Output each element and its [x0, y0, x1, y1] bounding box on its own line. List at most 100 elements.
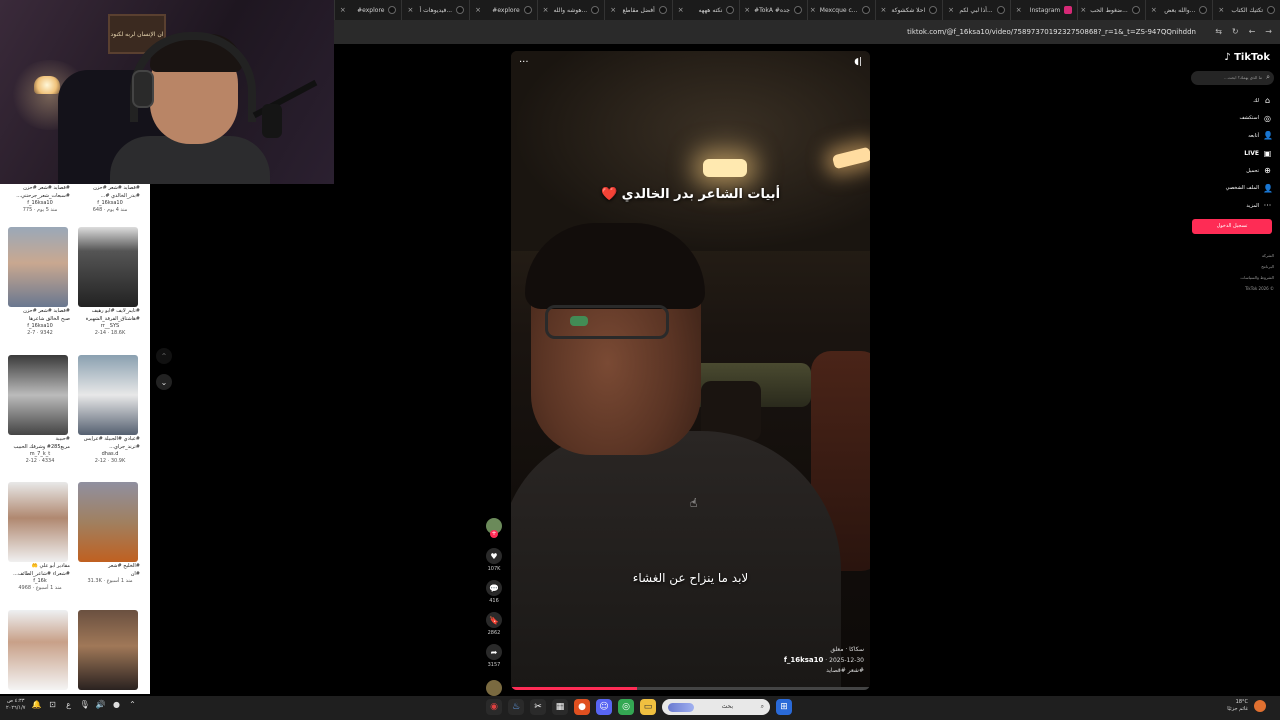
app-capcut-icon[interactable]: ✂ [530, 699, 546, 715]
bookmark-button[interactable]: 🔖 [486, 612, 502, 628]
address-bar[interactable]: tiktok.com/@f_16ksa10/video/758973701923… [334, 20, 1280, 44]
video-player[interactable]: ··· ◖| أبيات الشاعر بدر الخالدي ❤️ لابد … [511, 51, 870, 690]
notification-icon[interactable]: 🔔 [31, 700, 42, 710]
footer-link[interactable]: © TikTok 2026 [1240, 283, 1274, 294]
app-editor-icon[interactable]: ▦ [552, 699, 568, 715]
sidebar-item[interactable]: 👤 أتابعه [1192, 127, 1273, 145]
share-button[interactable]: ➦ [486, 644, 502, 660]
tab-close-icon[interactable]: × [881, 6, 887, 14]
search-input[interactable]: ⌕ ما الذي يهمك؟ ابحث... [1191, 71, 1274, 85]
video-username[interactable]: f_16ksa10 [784, 656, 824, 664]
lang-indicator[interactable]: ع [63, 700, 73, 710]
sidebar-item[interactable]: ··· المزيد [1192, 197, 1272, 215]
browser-tab[interactable]: احلا شكشوكة × [874, 0, 943, 20]
more-options-icon[interactable]: ··· [519, 57, 529, 68]
tab-close-icon[interactable]: × [1151, 6, 1157, 14]
app-steam-icon[interactable]: ♨ [508, 699, 524, 715]
url-text[interactable]: tiktok.com/@f_16ksa10/video/758973701923… [907, 28, 1196, 36]
video-hashtags[interactable]: #شعر #قصايد [784, 666, 864, 676]
browser-tab[interactable]: #explore × [469, 0, 537, 20]
volume-icon[interactable]: ◖| [854, 57, 862, 67]
video-thumbnail[interactable] [8, 227, 68, 307]
forward-icon[interactable]: → [1265, 27, 1272, 36]
extensions-icon[interactable]: ⇆ [1215, 27, 1222, 36]
video-thumbnail[interactable] [8, 610, 68, 690]
video-thumbnail[interactable] [8, 482, 68, 562]
tab-close-icon[interactable]: × [948, 6, 954, 14]
video-progress-bar[interactable] [511, 687, 870, 690]
tiktok-logo[interactable]: ♪ TikTok [1224, 52, 1270, 63]
app-obs-icon[interactable]: ◉ [486, 699, 502, 715]
tab-close-icon[interactable]: × [407, 6, 413, 14]
comment-button[interactable]: 💬 [486, 580, 502, 596]
music-disc-icon[interactable] [486, 680, 502, 696]
tab-close-icon[interactable]: × [1016, 6, 1022, 14]
taskbar-clock[interactable]: ٤:٣٣ ص ٢٠٢٦/١/٧ [6, 698, 25, 712]
app-firefox-icon[interactable]: ● [574, 699, 590, 715]
tab-close-icon[interactable]: × [610, 6, 616, 14]
tab-close-icon[interactable]: × [340, 6, 346, 14]
tab-title: والله بعض... [1164, 6, 1196, 14]
tab-close-icon[interactable]: × [678, 6, 684, 14]
browser-tab[interactable]: ضغوط الحب... × [1077, 0, 1145, 20]
tab-close-icon[interactable]: × [1080, 6, 1086, 14]
start-button-icon[interactable]: ⊞ [776, 699, 792, 715]
tray-expand-icon[interactable]: ⌃ [127, 700, 137, 710]
mic-tray-icon[interactable]: 🎙 [79, 700, 89, 710]
footer-link[interactable]: الشروط والسياسات [1240, 272, 1274, 283]
sidebar-item[interactable]: ◎ استكشف [1192, 110, 1272, 128]
video-thumbnail[interactable] [8, 355, 68, 435]
browser-tab[interactable]: Mexcque c... × [806, 0, 875, 20]
browser-tab[interactable]: أفضل مقاطع × [604, 0, 672, 20]
video-thumbnail[interactable] [78, 482, 138, 562]
video-thumbnail[interactable] [78, 610, 138, 690]
app-file-explorer-icon[interactable]: ▭ [640, 699, 656, 715]
grid-video-card[interactable]: #قصايد #شعر #حزن #سبعات_شعر_جرحتني... f_16… [8, 184, 72, 214]
browser-tab[interactable]: فيديوهات أ... × [401, 0, 469, 20]
sidebar-item[interactable]: 👤 الملف الشخصي [1192, 180, 1273, 198]
grid-video-card[interactable]: #عبادي #الجبيلة #عرايس #ترند_جراي... dhas.… [78, 355, 142, 465]
footer-link[interactable]: البرنامج [1240, 261, 1274, 272]
sidebar-item[interactable]: ⌂ لك [1192, 92, 1272, 110]
tab-close-icon[interactable]: × [475, 6, 481, 14]
browser-tab[interactable]: والله بعض... × [1144, 0, 1213, 20]
scroll-up-button[interactable]: ⌃ [156, 348, 172, 364]
video-thumbnail[interactable] [78, 355, 138, 435]
scroll-down-button[interactable]: ⌄ [156, 374, 172, 390]
grid-video-card[interactable] [78, 610, 142, 690]
grid-video-card[interactable]: #الخليج #شعر #ان 31.3K · منذ 1 أسبوع [78, 482, 142, 585]
grid-video-card[interactable]: مقادير أبو علي 🤲 #شعراء #شاعر_الطائف... f_… [8, 482, 72, 592]
grid-video-card[interactable]: #حبيبة مربع285# وشرقك الحبيب m_7_k_t 2-12 ·… [8, 355, 72, 465]
sidebar-item[interactable]: ▣ LIVE [1192, 145, 1272, 163]
browser-tab[interactable]: #explore × [333, 0, 402, 20]
browser-tab[interactable]: Instagram × [1009, 0, 1078, 20]
grid-video-card[interactable]: #قصايد #شعر #حزن #بدر_الخالدي #... f_16ksa… [78, 184, 142, 214]
browser-tab[interactable]: #TokA #جده × [739, 0, 807, 20]
tab-close-icon[interactable]: × [744, 6, 750, 14]
browser-tab[interactable]: نكته هههه × [671, 0, 740, 20]
app-discord-icon[interactable]: ☺ [596, 699, 612, 715]
reload-icon[interactable]: ↻ [1232, 27, 1239, 36]
volume-tray-icon[interactable]: 🔊 [95, 700, 106, 710]
tab-close-icon[interactable]: × [543, 6, 549, 14]
creator-avatar[interactable] [486, 518, 502, 538]
sidebar-item[interactable]: ⊕ تحميل [1192, 162, 1272, 180]
footer-link[interactable]: الشركة [1240, 250, 1274, 261]
grid-video-card[interactable]: #تايم_لايف #ابو رهيف #هاشتاق_الفرقة_الشهي… [78, 227, 142, 337]
taskbar-search[interactable]: ⌕ بحث [662, 699, 770, 715]
login-button[interactable]: تسجيل الدخول [1192, 219, 1272, 234]
weather-widget[interactable]: 18°C غائم جزئيًا [1227, 699, 1266, 713]
tab-close-icon[interactable]: × [1218, 6, 1224, 14]
browser-tab[interactable]: أذا لبي لكم... × [942, 0, 1010, 20]
grid-video-card[interactable] [8, 610, 72, 690]
video-thumbnail[interactable] [78, 227, 138, 307]
grid-video-card[interactable]: #قصايد #شعر #حزن صبح الخالق شاعرها f_16ksa… [8, 227, 72, 337]
like-button[interactable]: ♥ [486, 548, 502, 564]
back-icon[interactable]: ← [1249, 27, 1256, 36]
obs-tray-icon[interactable]: ● [111, 700, 121, 710]
network-icon[interactable]: ⊡ [47, 700, 57, 710]
tab-close-icon[interactable]: × [810, 6, 816, 14]
app-chrome-icon[interactable]: ◎ [618, 699, 634, 715]
browser-tab[interactable]: هوشه والله... × [536, 0, 605, 20]
browser-tab[interactable]: تكتيك الكتاب × [1212, 0, 1280, 20]
